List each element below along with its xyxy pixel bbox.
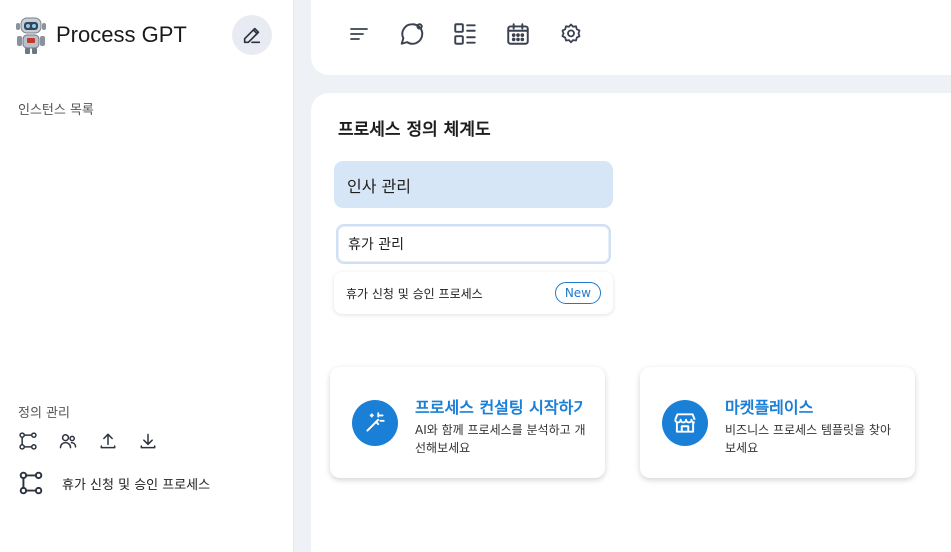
sidebar-process-item[interactable]: 휴가 신청 및 승인 프로세스	[18, 470, 210, 496]
new-badge: New	[554, 282, 601, 304]
download-icon[interactable]	[138, 430, 158, 452]
instances-section-label: 인스턴스 목록	[18, 103, 94, 118]
sidebar-process-label: 휴가 신청 및 승인 프로세스	[62, 477, 211, 493]
department-node[interactable]: 인사 관리	[334, 161, 613, 208]
card-description: AI와 함께 프로세스를 분석하고 개선해보세요	[415, 423, 586, 455]
brand[interactable]: Process GPT	[14, 16, 187, 54]
calendar-icon[interactable]	[504, 20, 531, 47]
sub-department-node[interactable]: 휴가 관리	[336, 224, 611, 264]
process-flow-icon	[19, 471, 43, 495]
process-node-label: 휴가 신청 및 승인 프로세스	[346, 286, 483, 301]
card-description: 비즈니스 프로세스 템플릿을 찾아보세요	[725, 423, 892, 455]
card-title: 마켓플레이스	[725, 398, 814, 417]
process-node[interactable]: 휴가 신청 및 승인 프로세스 New	[334, 272, 613, 314]
page-title: 프로세스 정의 체계도	[338, 120, 491, 140]
upload-icon[interactable]	[98, 430, 118, 452]
magic-wand-icon	[352, 400, 398, 446]
app-title: Process GPT	[56, 22, 187, 47]
chat-bubble-icon[interactable]	[398, 20, 425, 47]
definition-toolbar	[18, 430, 158, 452]
main-panel: 프로세스 정의 체계도 인사 관리 휴가 관리 휴가 신청 및 승인 프로세스 …	[311, 93, 951, 552]
robot-logo-icon	[16, 17, 46, 54]
todo-list-icon[interactable]	[345, 20, 372, 47]
gear-icon[interactable]	[557, 20, 584, 47]
top-toolbar	[311, 0, 951, 75]
process-flow-icon[interactable]	[18, 430, 38, 452]
definitions-section-label: 정의 관리	[18, 406, 70, 421]
users-icon[interactable]	[58, 430, 78, 452]
consulting-card[interactable]: 프로세스 컨설팅 시작하기 AI와 함께 프로세스를 분석하고 개선해보세요	[330, 367, 605, 478]
card-title: 프로세스 컨설팅 시작하기	[415, 398, 583, 417]
dashboard-list-icon[interactable]	[451, 20, 478, 47]
new-chat-button[interactable]	[232, 15, 272, 55]
sidebar: Process GPT 인스턴스 목록 정의 관리 휴가 신청 및 승인 프로세…	[0, 0, 294, 552]
store-icon	[662, 400, 708, 446]
marketplace-card[interactable]: 마켓플레이스 비즈니스 프로세스 템플릿을 찾아보세요	[640, 367, 915, 478]
edit-icon	[243, 27, 261, 44]
